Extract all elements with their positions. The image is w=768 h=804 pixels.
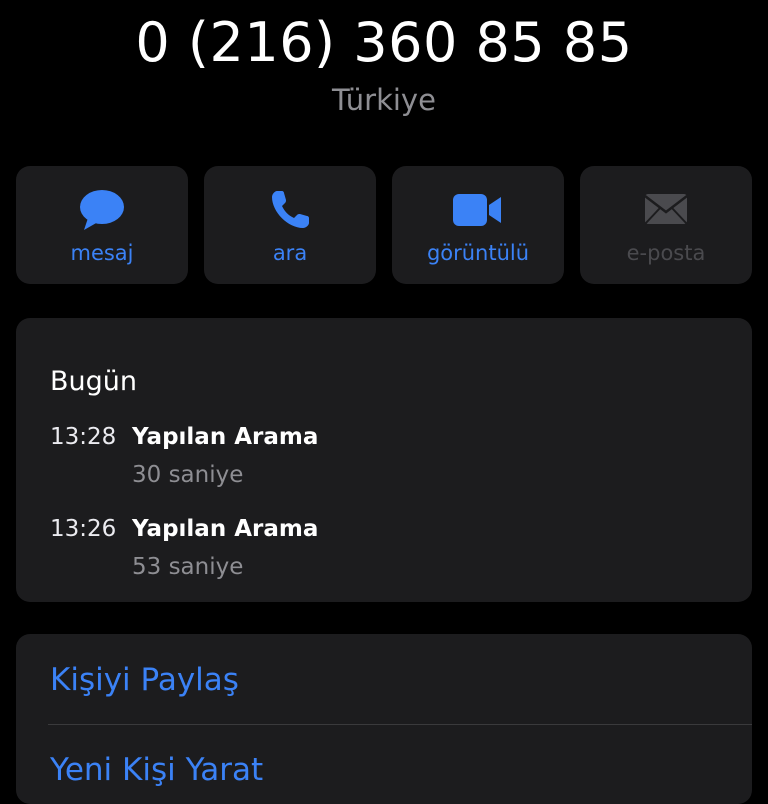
share-contact-link[interactable]: Kişiyi Paylaş: [50, 658, 239, 702]
recents-day-heading: Bugün: [50, 366, 137, 397]
call-duration: 30 saniye: [132, 462, 244, 488]
options-divider: [48, 724, 752, 725]
call-button[interactable]: ara: [204, 166, 376, 284]
video-call-button[interactable]: görüntülü: [392, 166, 564, 284]
call-type: Yapılan Arama: [132, 516, 319, 542]
video-camera-icon: [392, 188, 564, 232]
phone-number: 0 (216) 360 85 85: [135, 11, 633, 74]
video-call-button-label: görüntülü: [426, 241, 530, 265]
call-entry: 13:28 Yapılan Arama 30 saniye: [50, 420, 730, 500]
message-button[interactable]: mesaj: [16, 166, 188, 284]
call-type: Yapılan Arama: [132, 424, 319, 450]
call-duration: 53 saniye: [132, 554, 244, 580]
action-buttons: mesaj ara görüntülü e-posta: [16, 166, 752, 286]
email-button-label: e-posta: [626, 241, 706, 265]
envelope-icon: [580, 188, 752, 232]
message-bubble-icon: [16, 188, 188, 232]
call-entry: 13:26 Yapılan Arama 53 saniye: [50, 512, 730, 592]
call-time: 13:28: [50, 424, 117, 450]
recent-calls-card: Bugün 13:28 Yapılan Arama 30 saniye 13:2…: [16, 318, 752, 602]
call-time: 13:26: [50, 516, 117, 542]
phone-icon: [204, 188, 376, 232]
contact-options-card: Kişiyi Paylaş Yeni Kişi Yarat: [16, 634, 752, 804]
country-label: Türkiye: [332, 83, 436, 117]
call-button-label: ara: [272, 241, 308, 265]
message-button-label: mesaj: [70, 241, 134, 265]
create-new-contact-link[interactable]: Yeni Kişi Yarat: [50, 748, 263, 792]
email-button[interactable]: e-posta: [580, 166, 752, 284]
